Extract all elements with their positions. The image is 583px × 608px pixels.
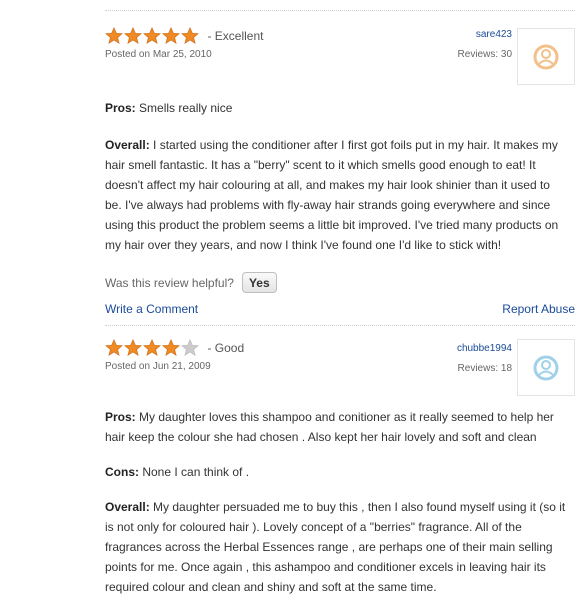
helpful-yes-button[interactable]: Yes — [241, 272, 277, 294]
pros-label: Pros: — [105, 101, 136, 116]
review-overall: Overall: I started using the conditioner… — [105, 135, 575, 255]
reviewer-review-count: Reviews: 18 — [457, 363, 512, 374]
rating-stars — [105, 27, 200, 45]
star-icon — [105, 339, 123, 356]
reviewer-info: chubbe1994 Reviews: 18 — [457, 343, 512, 374]
star-icon — [124, 27, 142, 44]
review-actions: Write a Comment Report Abuse — [105, 302, 575, 316]
overall-line: Overall: My daughter persuaded me to buy… — [105, 497, 575, 517]
star-icon — [105, 27, 123, 44]
avatar[interactable] — [517, 339, 575, 396]
overall-line: Overall: I started using the conditioner… — [105, 135, 575, 155]
review-divider — [105, 325, 575, 326]
overall-line: is not only for coloured hair ). Lovely … — [105, 520, 522, 535]
rating-label: - Good — [207, 341, 245, 355]
avatar[interactable] — [517, 28, 575, 85]
overall-text: My daughter persuaded me to buy this , t… — [149, 500, 566, 515]
helpful-question: Was this review helpful? — [105, 275, 234, 290]
pros-label: Pros: — [105, 410, 136, 425]
reviewer-review-count: Reviews: 30 — [457, 49, 512, 60]
default-avatar-icon — [533, 44, 559, 69]
review-pros: Pros: My daughter loves this shampoo and… — [105, 407, 575, 447]
star-icon — [181, 339, 199, 356]
rating-label: - Excellent — [207, 29, 264, 43]
overall-line: my hair over they years, and now I think… — [105, 238, 502, 253]
star-icon — [162, 27, 180, 44]
review-cons: Cons: None I can think of . — [105, 462, 575, 482]
reviewer-username[interactable]: sare423 — [458, 29, 512, 40]
overall-line: be. I've always had problems with fly-aw… — [105, 198, 551, 213]
review-pros: Pros: Smells really nice — [105, 98, 575, 118]
review-1: - Excellent Posted on Mar 25, 2010 sare4… — [105, 27, 575, 316]
top-divider — [105, 10, 575, 11]
pros-line: Pros: My daughter loves this shampoo and… — [105, 407, 575, 427]
overall-line: points for me. Once again , this ashampo… — [105, 560, 546, 575]
star-icon — [181, 27, 199, 44]
report-abuse-link[interactable]: Report Abuse — [502, 302, 575, 316]
pros-line: hair keep the colour she had chosen . Al… — [105, 430, 537, 445]
star-icon — [143, 27, 161, 44]
rating-stars — [105, 339, 200, 357]
overall-line: doesn't affect my hair colouring at all,… — [105, 178, 550, 193]
overall-line: hair smell fantastic. It has a "berry" s… — [105, 158, 536, 173]
overall-line: using this product the problem seems a l… — [105, 218, 559, 233]
review-overall: Overall: My daughter persuaded me to buy… — [105, 497, 575, 597]
helpful-row: Was this review helpful? Yes — [105, 272, 575, 294]
pros-text: My daughter loves this shampoo and conit… — [135, 410, 554, 425]
default-avatar-icon — [533, 355, 559, 380]
overall-label: Overall: — [105, 138, 150, 153]
review-2: - Good Posted on Jun 21, 2009 chubbe1994… — [105, 339, 575, 597]
overall-line: required colour and clean and shiny and … — [105, 580, 437, 595]
cons-label: Cons: — [105, 465, 139, 480]
star-icon — [124, 339, 142, 356]
star-icon — [162, 339, 180, 356]
reviewer-info: sare423 Reviews: 30 — [458, 29, 512, 60]
overall-label: Overall: — [105, 500, 150, 515]
star-icon — [143, 339, 161, 356]
reviewer-username[interactable]: chubbe1994 — [457, 343, 512, 354]
pros-text: Smells really nice — [135, 101, 233, 116]
overall-text: I started using the conditioner after I … — [149, 138, 558, 153]
cons-text: None I can think of . — [139, 465, 250, 480]
overall-line: fragrances across the Herbal Essences ra… — [105, 540, 553, 555]
write-comment-link[interactable]: Write a Comment — [105, 302, 198, 316]
